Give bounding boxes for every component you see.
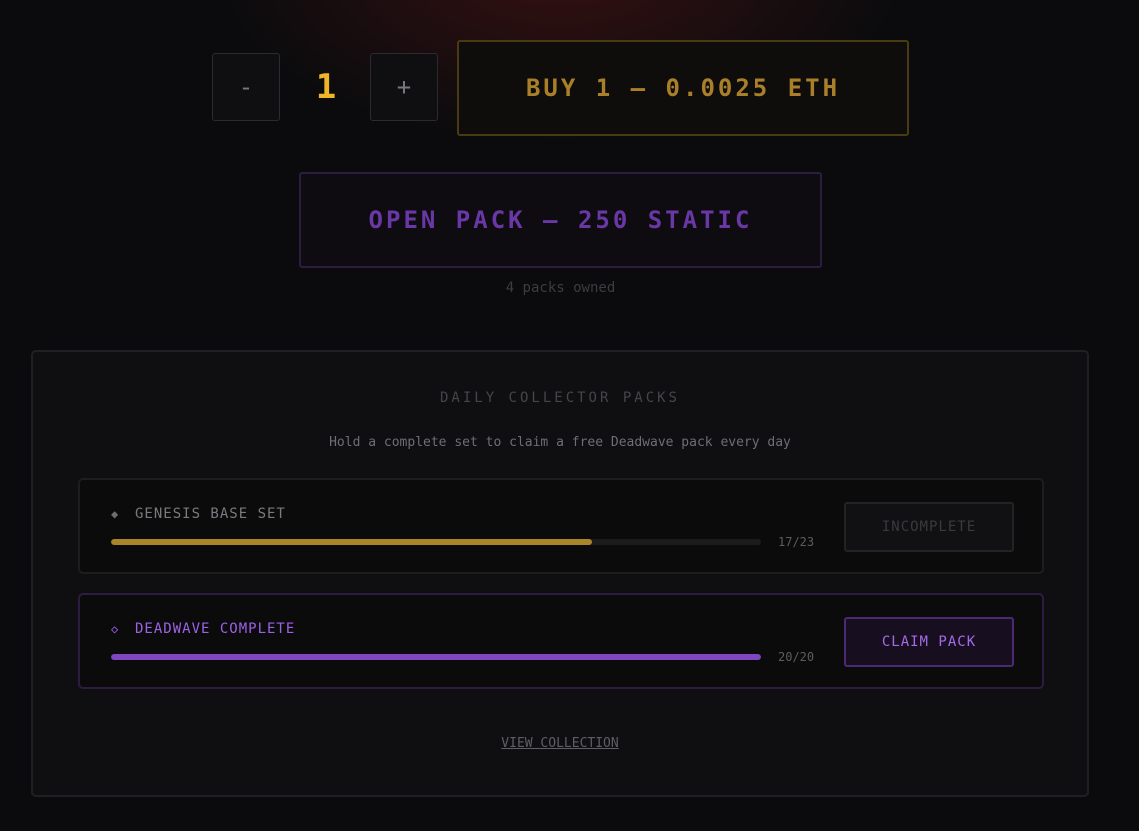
quantity-increase-button[interactable]: + — [370, 53, 438, 121]
set-name-label: DEADWAVE COMPLETE — [135, 621, 296, 637]
claim-pack-button[interactable]: CLAIM PACK — [844, 617, 1014, 667]
quantity-decrease-button[interactable]: - — [212, 53, 280, 121]
pack-shop-page: - 1 + BUY 1 — 0.0025 ETH OPEN PACK — 250… — [0, 0, 1139, 831]
quantity-value: 1 — [315, 67, 337, 107]
open-pack-button[interactable]: OPEN PACK — 250 STATIC — [299, 172, 822, 268]
buy-button[interactable]: BUY 1 — 0.0025 ETH — [457, 40, 909, 136]
set-progress-bar — [111, 654, 761, 660]
view-collection-link[interactable]: VIEW COLLECTION — [33, 736, 1087, 751]
set-card-deadwave-complete: ◇ DEADWAVE COMPLETE 20/20 CLAIM PACK — [78, 593, 1044, 689]
packs-owned-text: 4 packs owned — [505, 280, 616, 296]
set-progress-fill — [111, 654, 761, 660]
daily-collector-packs-panel: DAILY COLLECTOR PACKS Hold a complete se… — [31, 350, 1089, 797]
filled-diamond-icon: ◆ — [111, 507, 120, 521]
set-count: 20/20 — [778, 650, 815, 664]
set-card-genesis-base: ◆ GENESIS BASE SET 17/23 INCOMPLETE — [78, 478, 1044, 574]
set-progress-fill — [111, 539, 592, 545]
set-name: ◇ DEADWAVE COMPLETE — [111, 621, 295, 637]
set-count: 17/23 — [778, 535, 815, 549]
outline-diamond-icon: ◇ — [111, 622, 120, 636]
incomplete-button: INCOMPLETE — [844, 502, 1014, 552]
panel-title: DAILY COLLECTOR PACKS — [439, 390, 680, 406]
set-name: ◆ GENESIS BASE SET — [111, 506, 286, 522]
set-name-label: GENESIS BASE SET — [135, 506, 286, 522]
set-progress-bar — [111, 539, 761, 545]
panel-subtitle: Hold a complete set to claim a free Dead… — [329, 435, 791, 450]
